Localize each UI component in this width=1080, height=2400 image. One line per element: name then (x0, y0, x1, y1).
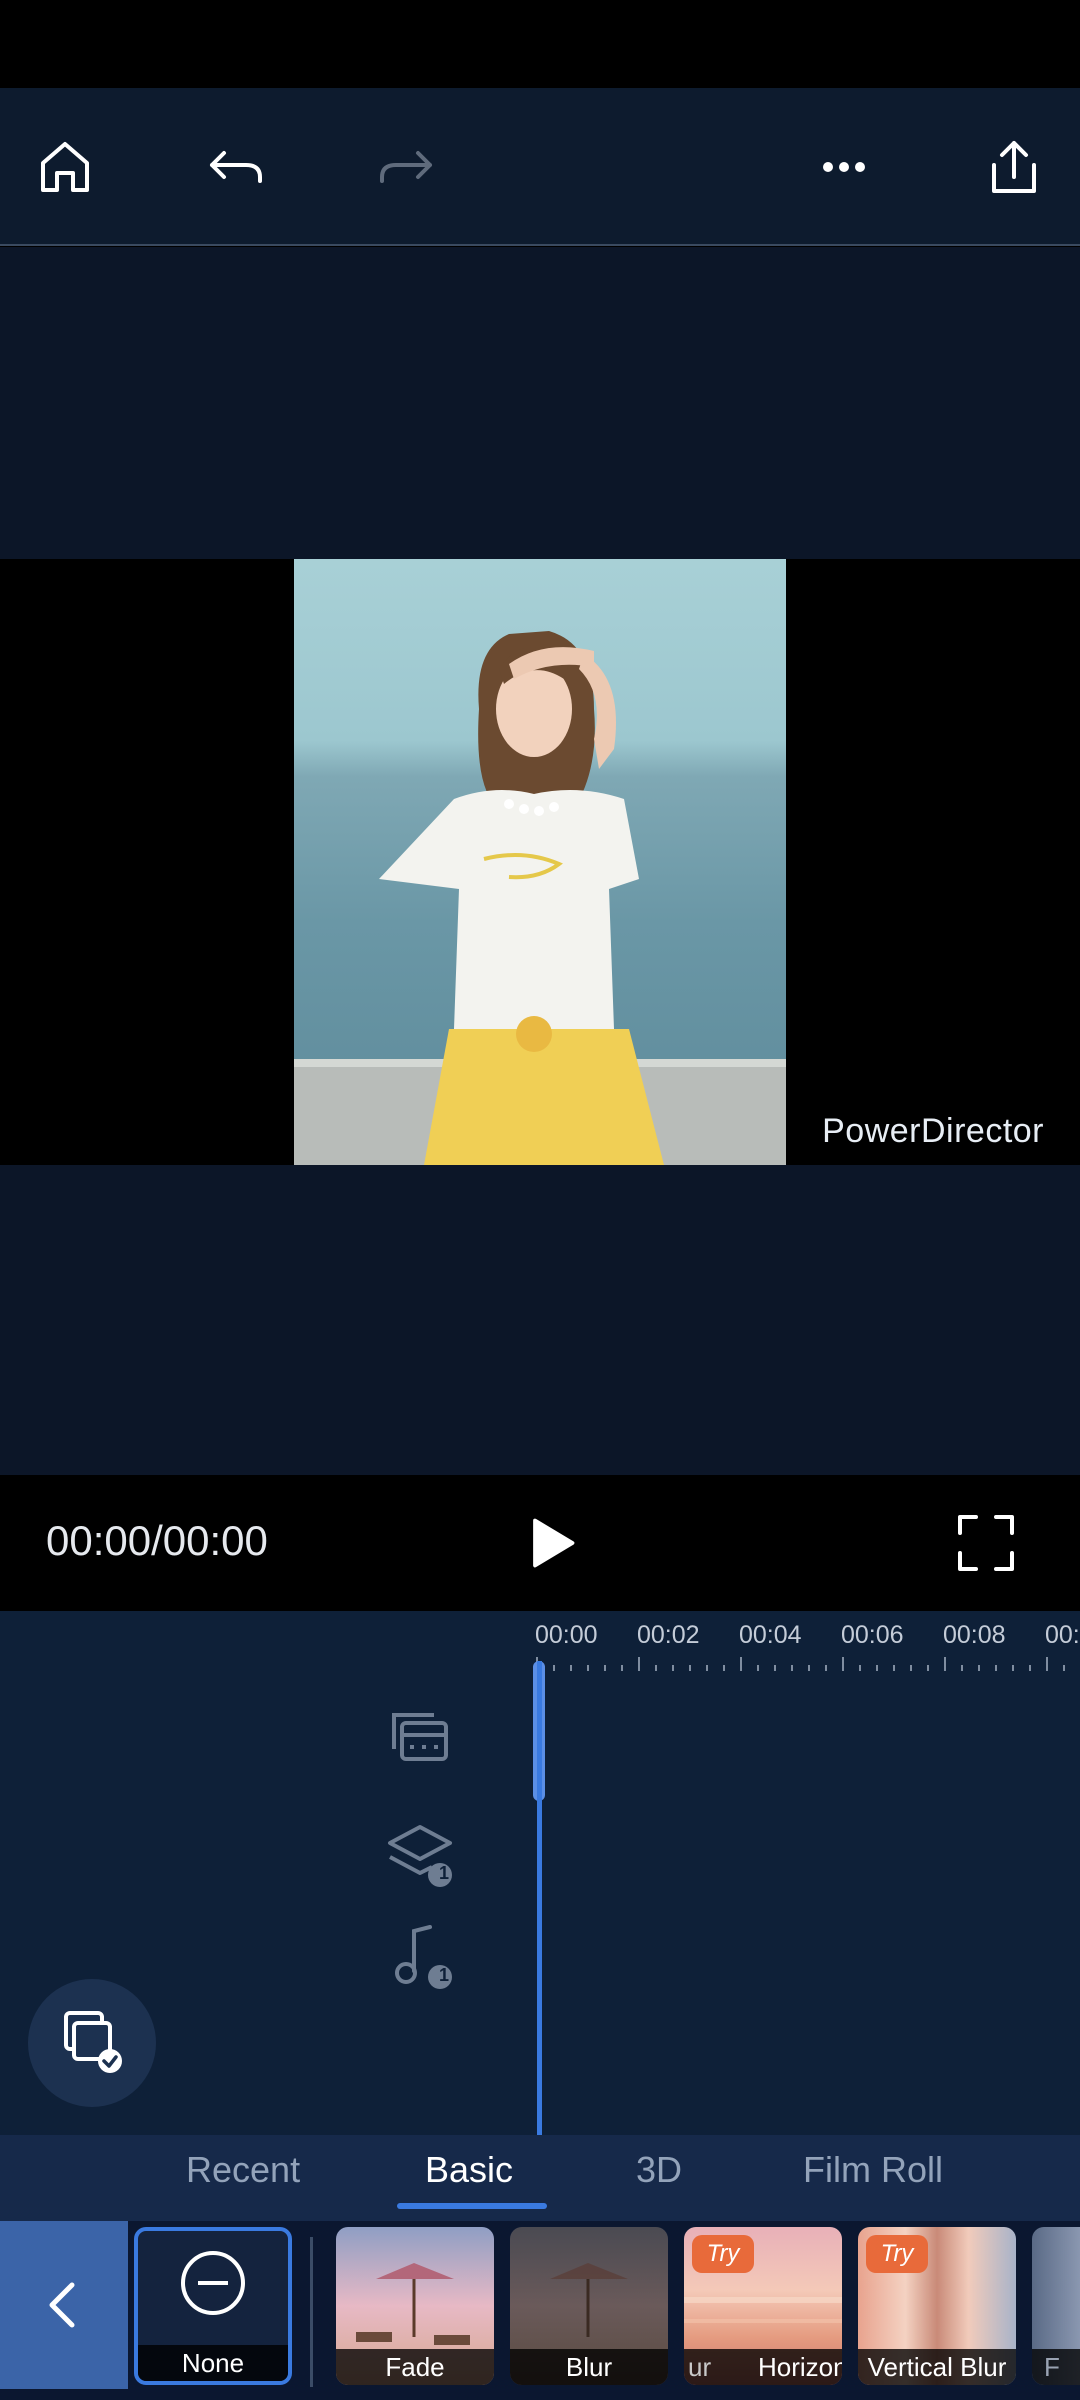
undo-icon (210, 151, 262, 183)
export-button[interactable] (954, 88, 1074, 246)
fullscreen-button[interactable] (948, 1505, 1024, 1581)
more-options-button[interactable] (784, 88, 904, 246)
playback-time: 00:00/00:00 (46, 1517, 268, 1564)
transition-category-tabs: Recent Basic 3D Film Roll (0, 2135, 1080, 2221)
status-bar (0, 0, 1080, 88)
transition-none[interactable]: None (134, 2227, 292, 2385)
ruler-label: 00: (1045, 1621, 1080, 1649)
transition-label: ur Horizon (684, 2349, 842, 2385)
multi-select-button[interactable] (28, 1979, 156, 2107)
try-badge: Try (866, 2235, 928, 2273)
home-button[interactable] (5, 88, 125, 246)
music-count-badge: 1 (438, 1965, 449, 1985)
top-toolbar (0, 88, 1080, 246)
transition-fade[interactable]: Fade (336, 2227, 494, 2385)
transition-partial[interactable]: F (1032, 2227, 1080, 2385)
active-tab-indicator (397, 2203, 547, 2209)
play-icon (533, 1518, 575, 1568)
ruler-label: 00:06 (841, 1621, 904, 1649)
transition-tray: None Fade Blur Try ur Horizon Try Vertic… (0, 2221, 1080, 2400)
preview-photo (294, 559, 786, 1165)
tray-divider (310, 2237, 313, 2387)
back-button[interactable] (0, 2221, 128, 2389)
ruler-label: 00:04 (739, 1621, 802, 1649)
chevron-left-icon (49, 2282, 75, 2328)
playhead[interactable] (537, 1661, 542, 2135)
transition-horizontal-blur[interactable]: Try ur Horizon (684, 2227, 842, 2385)
redo-icon (380, 151, 432, 183)
ruler-label: 00:08 (943, 1621, 1006, 1649)
watermark-label: PowerDirector (822, 1112, 1044, 1150)
overlay-count-badge: 1 (438, 1863, 449, 1883)
tab-3d[interactable]: 3D (636, 2149, 682, 2191)
transition-vertical-blur[interactable]: Try Vertical Blur (858, 2227, 1016, 2385)
video-preview-area: PowerDirector (0, 247, 1080, 1475)
home-icon (41, 142, 89, 192)
transition-label: None (138, 2345, 288, 2381)
ruler-label: 00:02 (637, 1621, 700, 1649)
transition-label: F (1032, 2349, 1080, 2385)
more-dots-icon (823, 162, 865, 172)
transition-blur[interactable]: Blur (510, 2227, 668, 2385)
share-upload-icon (992, 141, 1036, 193)
ruler-label: 00:00 (535, 1621, 598, 1649)
video-frame: PowerDirector (0, 559, 1080, 1165)
tab-basic[interactable]: Basic (425, 2149, 513, 2191)
ruler-ticks (536, 1657, 1065, 1671)
tab-film-roll[interactable]: Film Roll (803, 2149, 943, 2191)
undo-button[interactable] (176, 88, 296, 246)
timeline[interactable]: 00:00 00:02 00:04 00:06 00:08 00: 1 1 (0, 1611, 1080, 2135)
fullscreen-icon (958, 1515, 1014, 1571)
tab-recent[interactable]: Recent (186, 2149, 300, 2191)
redo-button[interactable] (346, 88, 466, 246)
try-badge: Try (692, 2235, 754, 2273)
multi-select-icon (64, 2011, 122, 2073)
transition-label: Fade (336, 2349, 494, 2385)
transition-label: Blur (510, 2349, 668, 2385)
play-button[interactable] (510, 1503, 590, 1583)
transition-label: Vertical Blur (858, 2349, 1016, 2385)
player-controls: 00:00/00:00 (0, 1475, 1080, 1611)
video-track-icon[interactable] (384, 1701, 456, 1773)
